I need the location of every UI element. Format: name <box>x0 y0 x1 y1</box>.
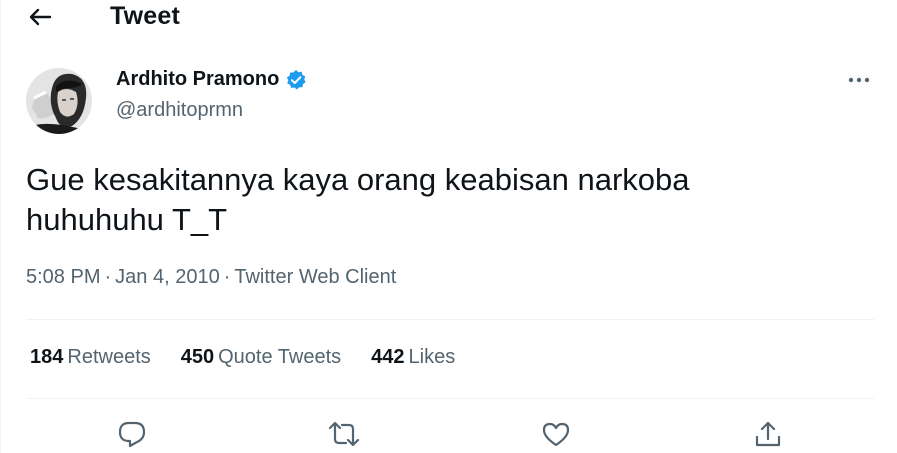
tweet-text-line: Gue kesakitannya kaya orang keabisan nar… <box>26 162 690 197</box>
more-button[interactable] <box>844 68 874 92</box>
page-title: Tweet <box>110 2 180 30</box>
back-arrow-icon <box>29 8 52 26</box>
more-icon <box>848 77 870 83</box>
tweet-text: Gue kesakitannya kaya orang keabisan nar… <box>26 160 866 240</box>
likes-label: Likes <box>408 346 456 368</box>
back-button[interactable] <box>26 4 54 30</box>
reply-button[interactable] <box>114 416 150 452</box>
likes-stat[interactable]: 442 Likes <box>371 346 455 369</box>
tweet-time[interactable]: 5:08 PM <box>26 266 100 288</box>
tweet-date[interactable]: Jan 4, 2010 <box>115 266 220 288</box>
meta-separator: · <box>223 266 231 288</box>
tweet-source[interactable]: Twitter Web Client <box>234 266 396 288</box>
author-name[interactable]: Ardhito Pramono <box>116 68 279 91</box>
verified-badge-icon <box>285 69 307 91</box>
quotes-count: 450 <box>180 346 215 368</box>
retweets-label: Retweets <box>67 346 151 368</box>
reply-icon <box>118 421 146 448</box>
avatar[interactable] <box>26 68 92 134</box>
quote-tweets-stat[interactable]: 450 Quote Tweets <box>181 346 341 369</box>
tweet-text-line: huhuhuhu T_T <box>26 202 228 237</box>
left-border <box>0 0 1 453</box>
author-handle[interactable]: @ardhitoprmn <box>116 99 243 122</box>
meta-separator: · <box>104 266 112 288</box>
author-name-row: Ardhito Pramono <box>116 68 307 91</box>
like-icon <box>542 422 570 447</box>
retweet-button[interactable] <box>326 416 362 452</box>
divider <box>26 319 874 320</box>
tweet-actions <box>0 414 897 453</box>
likes-count: 442 <box>371 346 405 368</box>
like-button[interactable] <box>538 416 574 452</box>
retweets-stat[interactable]: 184 Retweets <box>30 346 151 369</box>
tweet-stats: 184 Retweets 450 Quote Tweets 442 Likes <box>30 346 485 369</box>
retweet-icon <box>328 421 360 447</box>
share-icon <box>755 421 781 447</box>
quotes-label: Quote Tweets <box>218 346 342 368</box>
retweets-count: 184 <box>30 346 64 368</box>
tweet-meta: 5:08 PM · Jan 4, 2010 · Twitter Web Client <box>26 266 396 289</box>
header: Tweet <box>0 0 897 36</box>
divider <box>26 398 874 399</box>
share-button[interactable] <box>750 416 786 452</box>
